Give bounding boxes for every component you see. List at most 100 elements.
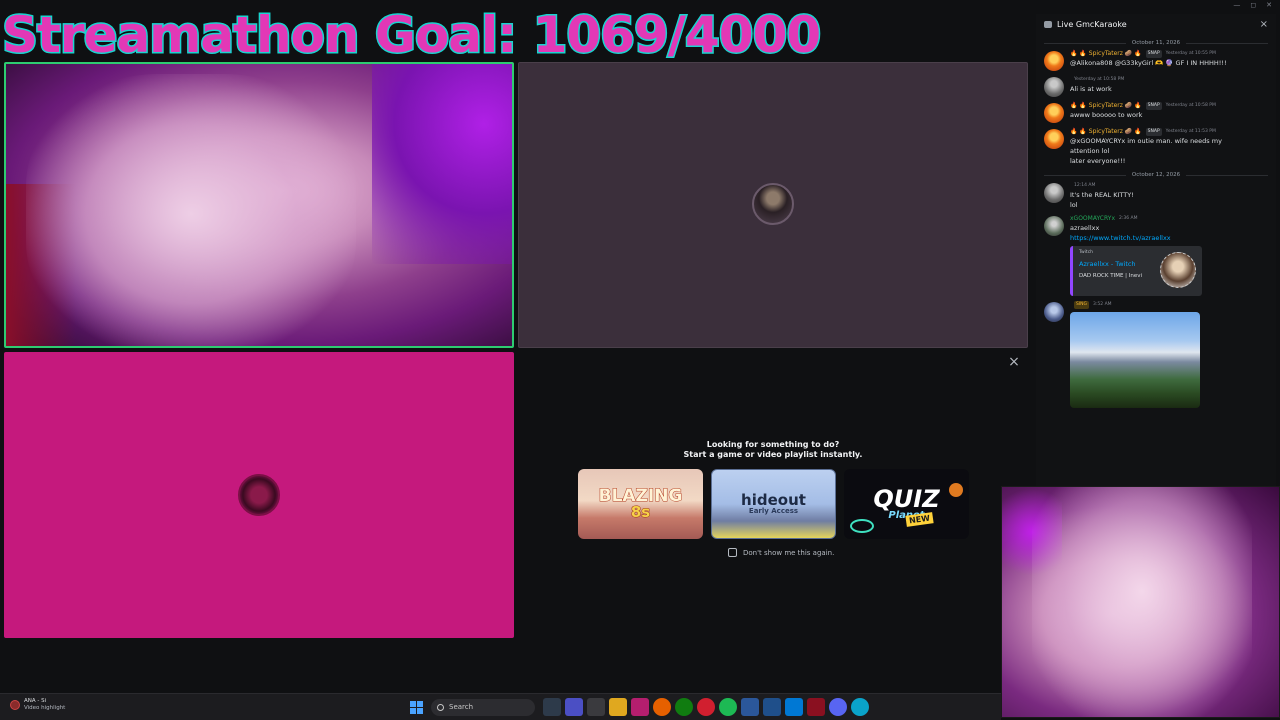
chat-close-button[interactable]: ×	[1260, 19, 1268, 30]
activity-card-hideout[interactable]: hideout Early Access	[711, 469, 836, 539]
date-divider: October 12, 2026	[1036, 172, 1276, 178]
chat-message[interactable]: Yesterday at 10:58 PM Ali is at work	[1036, 76, 1276, 97]
quiz-planet-icon	[949, 483, 963, 497]
card-title-blazing: BLAZING 8s	[598, 487, 683, 520]
avatar-logo-text	[240, 476, 278, 514]
divider-line	[1186, 174, 1269, 176]
avatar[interactable]	[1044, 216, 1064, 236]
timestamp: 12:14 AM	[1074, 183, 1096, 188]
timestamp: Yesterday at 10:58 PM	[1074, 77, 1125, 82]
text-chat-panel: Live GmcKaraoke × October 11, 2026 🔥 🔥 S…	[1036, 14, 1276, 488]
chat-bubble-icon	[1044, 20, 1052, 28]
avatar[interactable]	[1044, 77, 1064, 97]
video-tile-pink[interactable]	[4, 352, 514, 638]
firefox-icon[interactable]	[653, 698, 671, 716]
message-text: @Alikona808 @G33kyGirl 🫶 🔮 GF I IN HHHH!…	[1070, 59, 1227, 67]
divider-line	[1044, 174, 1126, 176]
chat-message[interactable]: xGOOMAYCRYx 2:36 AM azraellxx https://ww…	[1036, 215, 1276, 296]
avatar[interactable]	[1044, 51, 1064, 71]
message-text: attention lol	[1070, 147, 1110, 155]
teams-icon[interactable]	[565, 698, 583, 716]
activity-headline: Looking for something to do? Start a gam…	[518, 440, 1028, 460]
discord-icon[interactable]	[829, 698, 847, 716]
taskbar-center: Search	[410, 698, 869, 716]
message-meta: xGOOMAYCRYx 2:36 AM	[1070, 215, 1268, 223]
windows-start-icon[interactable]	[410, 700, 423, 714]
chat-message[interactable]: 🔥 🔥 SpicyTaterz 🥔 🔥 SNAP Yesterday at 10…	[1036, 50, 1276, 71]
taskbar-search[interactable]: Search	[431, 698, 535, 716]
role-tag: SING	[1074, 301, 1090, 309]
dont-show-checkbox[interactable]	[728, 548, 737, 557]
webcam-overlay	[1001, 486, 1280, 718]
video-tile-camera[interactable]	[4, 62, 514, 348]
timestamp: Yesterday at 10:58 PM	[1165, 103, 1216, 108]
minimize-button[interactable]: —	[1233, 1, 1240, 9]
webcam-hand-blur	[1032, 487, 1252, 717]
opera-icon[interactable]	[697, 698, 715, 716]
calendar-icon[interactable]	[587, 698, 605, 716]
image-attachment[interactable]	[1070, 312, 1200, 408]
edge-icon[interactable]	[851, 698, 869, 716]
date-divider-label: October 12, 2026	[1131, 172, 1181, 178]
message-text: azraellxx	[1070, 224, 1100, 232]
hideout-sub: Early Access	[748, 507, 799, 515]
chat-message[interactable]: 🔥 🔥 SpicyTaterz 🥔 🔥 SNAP Yesterday at 11…	[1036, 128, 1276, 166]
activity-card-quiz-planet[interactable]: QUIZ Planet NEW	[844, 469, 969, 539]
search-label: Search	[449, 703, 474, 711]
xbox-icon[interactable]	[675, 698, 693, 716]
activity-line-2: Start a game or video playlist instantly…	[683, 450, 863, 459]
author-name[interactable]: 🔥 🔥 SpicyTaterz 🥔 🔥	[1070, 128, 1142, 136]
avatar[interactable]	[1044, 129, 1064, 149]
avatar[interactable]	[1044, 103, 1064, 123]
dont-show-label: Don't show me this again.	[743, 548, 835, 557]
maximize-button[interactable]: ◻	[1250, 1, 1256, 9]
activity-close-button[interactable]: ×	[1006, 354, 1022, 370]
dont-show-again-option[interactable]: Don't show me this again.	[728, 548, 834, 557]
embed-thumbnail	[1160, 252, 1196, 288]
role-tag: SNAP	[1145, 128, 1162, 136]
divider-line	[1044, 42, 1126, 44]
spotify-icon[interactable]	[719, 698, 737, 716]
author-name[interactable]: 🔥 🔥 SpicyTaterz 🥔 🔥	[1070, 102, 1142, 110]
media-title: ANA - Si	[24, 698, 47, 704]
activity-card-blazing-8s[interactable]: BLAZING 8s	[578, 469, 703, 539]
media-subtitle: Video highlight	[24, 705, 66, 711]
stream-screen: Streamathon Goal: 1069/4000 × Looking fo…	[0, 0, 1280, 720]
camera-background-light	[372, 64, 512, 264]
streamathon-goal-overlay: Streamathon Goal: 1069/4000	[0, 5, 822, 66]
message-link[interactable]: https://www.twitch.tv/azraellxx	[1070, 233, 1268, 243]
author-name[interactable]: xGOOMAYCRYx	[1070, 215, 1115, 223]
app-icon[interactable]	[785, 698, 803, 716]
timestamp: 2:36 AM	[1119, 216, 1138, 221]
quiz-deco-icon	[850, 519, 874, 533]
window-close-button[interactable]: ✕	[1266, 1, 1272, 9]
participant-avatar	[752, 183, 794, 225]
message-text: lol	[1070, 201, 1078, 209]
video-tile-avatar[interactable]	[518, 62, 1028, 348]
activity-line-1: Looking for something to do?	[706, 440, 840, 449]
author-name[interactable]: 🔥 🔥 SpicyTaterz 🥔 🔥	[1070, 50, 1142, 58]
file-explorer-icon[interactable]	[609, 698, 627, 716]
avatar[interactable]	[1044, 302, 1064, 322]
obs-icon[interactable]	[807, 698, 825, 716]
message-text: @xGOOMAYCRYx im outie man. wife needs my	[1070, 137, 1222, 145]
task-view-icon[interactable]	[543, 698, 561, 716]
chat-message[interactable]: 12:14 AM It's the REAL KITTY! lol	[1036, 182, 1276, 210]
window-controls: — ◻ ✕	[1233, 1, 1272, 9]
timestamp: 3:52 AM	[1093, 302, 1112, 307]
chat-message[interactable]: 🔥 🔥 SpicyTaterz 🥔 🔥 SNAP Yesterday at 10…	[1036, 102, 1276, 123]
word-icon[interactable]	[741, 698, 759, 716]
date-divider: October 11, 2026	[1036, 40, 1276, 46]
avatar[interactable]	[1044, 183, 1064, 203]
role-tag: SNAP	[1145, 50, 1162, 58]
quiz-new-badge: NEW	[905, 512, 934, 527]
link-embed[interactable]: Twitch Azraellxx - Twitch DAD ROCK TIME …	[1070, 246, 1202, 296]
mail-icon[interactable]	[763, 698, 781, 716]
chat-message[interactable]: SING 3:52 AM	[1036, 301, 1276, 408]
media-text: ANA - Si Video highlight	[24, 698, 65, 712]
taskbar-media-widget[interactable]: ANA - Si Video highlight	[10, 698, 65, 712]
role-tag: SNAP	[1145, 102, 1162, 110]
chat-header: Live GmcKaraoke ×	[1036, 14, 1276, 34]
message-text: It's the REAL KITTY!	[1070, 191, 1134, 199]
overlay-app-icon[interactable]	[631, 698, 649, 716]
